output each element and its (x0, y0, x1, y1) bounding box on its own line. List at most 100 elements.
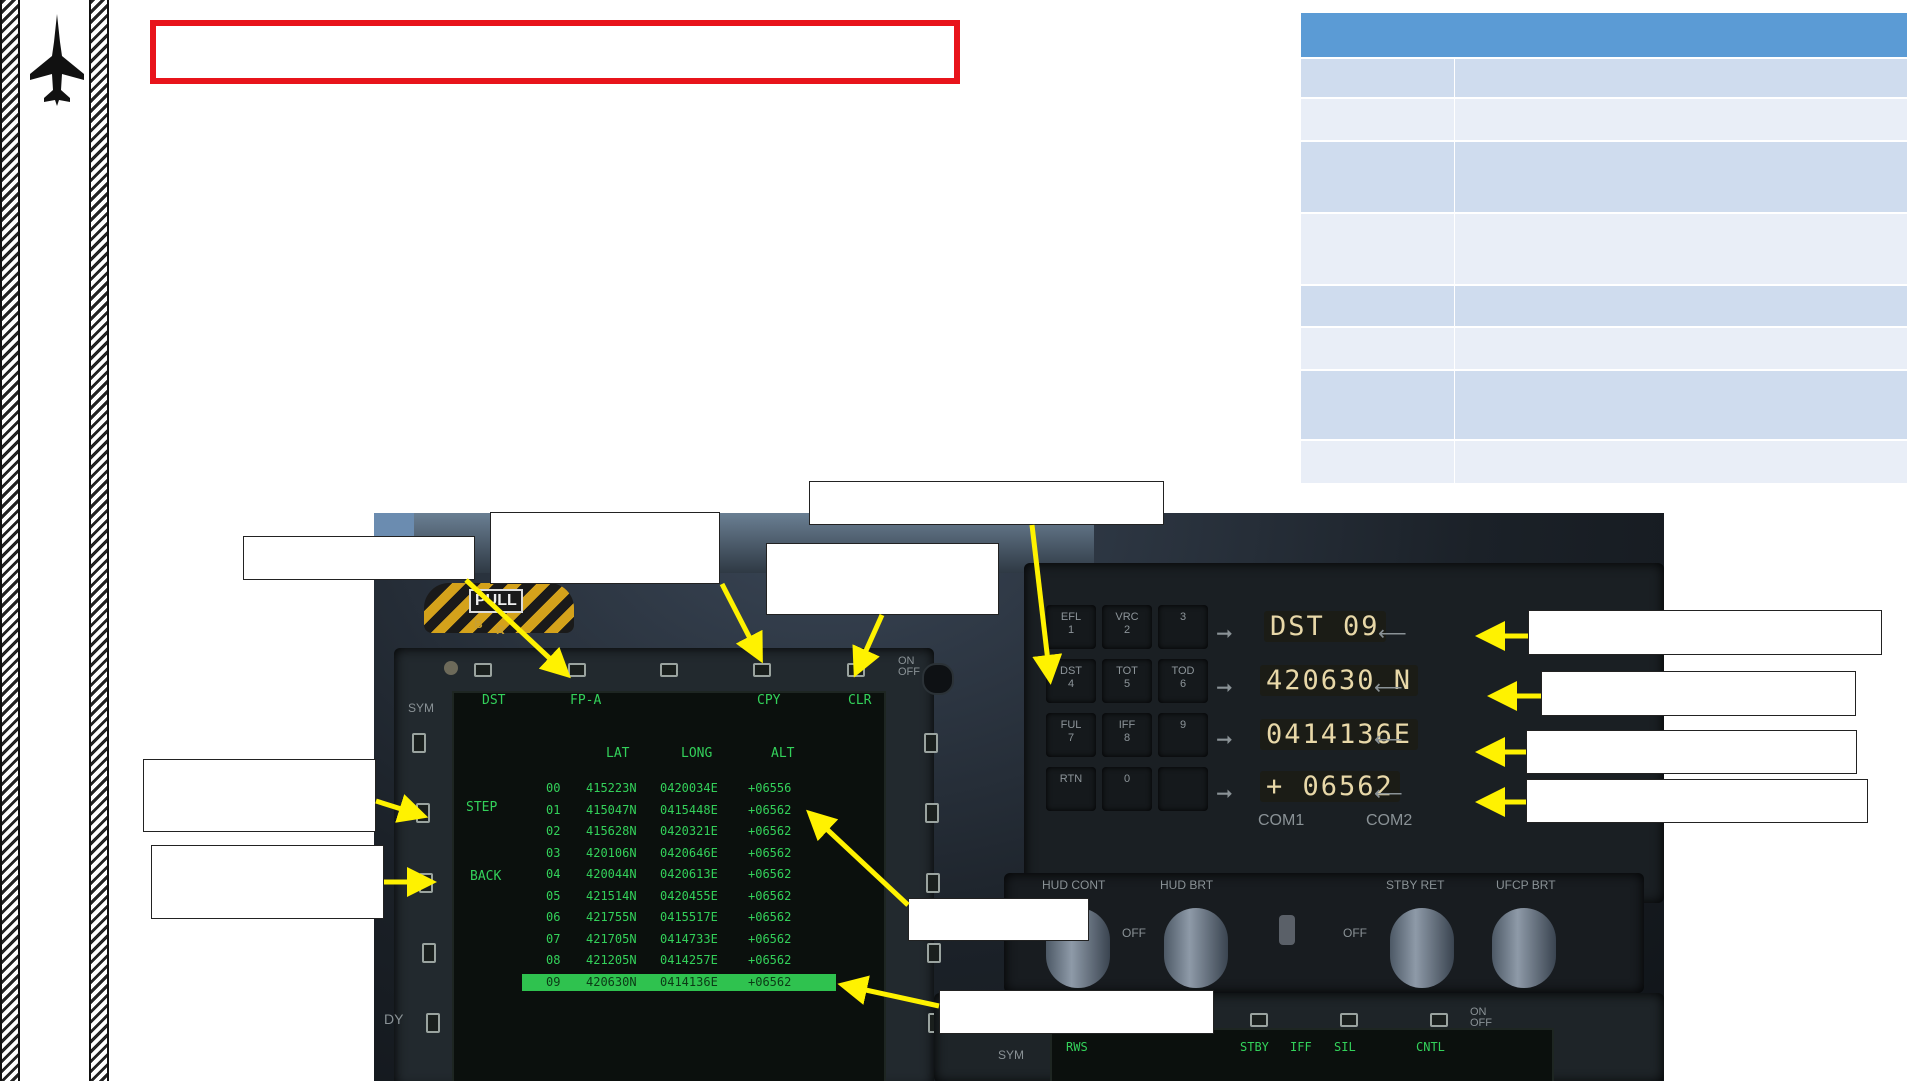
waypoint-lat: 420630N (586, 975, 637, 989)
waypoint-long: 0420034E (660, 781, 718, 795)
right-mfd-osb-1[interactable] (1250, 1013, 1268, 1027)
waypoint-long: 0414136E (660, 975, 718, 989)
mfd-brightness-sensor (444, 661, 458, 675)
ufc-option-display-1: DST 09 (1264, 611, 1386, 642)
waypoint-long: 0415517E (660, 910, 718, 924)
ufc-key-dst[interactable]: DST 4 (1046, 659, 1096, 703)
waypoint-long: 0420321E (660, 824, 718, 838)
mfd-sym-label: SYM (408, 701, 435, 715)
osb-top-1[interactable] (474, 663, 492, 677)
waypoint-lat: 415047N (586, 803, 637, 817)
ufc-key-number: 5 (1123, 678, 1131, 690)
osb-right-1[interactable] (924, 733, 938, 753)
waypoint-n: 00 (546, 781, 561, 795)
ufc-key-number: 0 (1123, 773, 1131, 785)
osb-top-5[interactable] (847, 663, 865, 677)
mfd-on-off-label: ON OFF (898, 655, 920, 678)
table-row (1300, 57, 1908, 98)
waypoint-alt: +06556 (748, 781, 792, 795)
mfd-label-step: STEP (466, 800, 498, 815)
ufc-key-9[interactable]: 9 (1158, 713, 1208, 757)
knob-label-ufcp-brt: UFCP BRT (1496, 878, 1556, 892)
osb-top-4[interactable] (753, 663, 771, 677)
ufc-key-number: 6 (1179, 678, 1187, 690)
knob-label-hud-cont: HUD CONT (1042, 878, 1106, 892)
ufc-key-label: FUL (1060, 719, 1082, 731)
waypoint-n: 01 (546, 803, 561, 817)
ufc-key-number: 8 (1123, 732, 1131, 744)
knob-label-stby-ret: STBY RET (1386, 878, 1445, 892)
fighter-jet-icon (30, 14, 84, 106)
ufc-key-rtn[interactable]: RTN (1046, 767, 1096, 811)
mfd-label-cpy: CPY (757, 693, 781, 708)
osb-top-3[interactable] (660, 663, 678, 677)
table-row (1300, 326, 1908, 370)
right-mfd-osb-3[interactable] (1430, 1013, 1448, 1027)
waypoint-long: 0414257E (660, 953, 718, 967)
left-hatched-border (0, 0, 20, 1081)
callout-box-10 (1541, 671, 1856, 716)
waypoint-lat: 420106N (586, 846, 637, 860)
ufc-left-arrow-4-icon: ⟵ (1374, 783, 1403, 805)
ufc-key-3[interactable]: 3 (1158, 605, 1208, 649)
osb-left-1[interactable] (412, 733, 426, 753)
waypoint-long: 0420646E (660, 846, 718, 860)
ufc-left-arrow-3-icon: ⟵ (1374, 729, 1403, 751)
mfd-power-knob[interactable] (922, 663, 954, 695)
ufc-key-efl[interactable]: EFL 1 (1046, 605, 1096, 649)
waypoint-lat: 415223N (586, 781, 637, 795)
right-mfd-cntl-label: CNTL (1416, 1040, 1445, 1054)
waypoint-n: 04 (546, 867, 561, 881)
mfd-label-clr: CLR (848, 693, 872, 708)
arrow-2-icon: ➞ (1216, 677, 1233, 699)
osb-left-3[interactable] (419, 873, 433, 893)
osb-left-2[interactable] (416, 803, 430, 823)
table-row (1300, 284, 1908, 327)
waypoint-lat: 421205N (586, 953, 637, 967)
ufc-key-tot[interactable]: TOT 5 (1102, 659, 1152, 703)
osb-left-4[interactable] (422, 943, 436, 963)
callout-box-8 (939, 990, 1214, 1034)
ufc-key-label: RTN (1059, 773, 1083, 785)
ufc-key-vrc[interactable]: VRC 2 (1102, 605, 1152, 649)
waypoint-lat: 421705N (586, 932, 637, 946)
ufc-left-arrow-2-icon: ⟵ (1374, 677, 1403, 699)
reference-table (1300, 11, 1908, 483)
ufc-key-blank11[interactable] (1158, 767, 1208, 811)
osb-top-2[interactable] (568, 663, 586, 677)
ufc-key-label: DST (1060, 665, 1082, 677)
right-hatched-border (89, 0, 109, 1081)
hud-brightness-knob[interactable] (1164, 908, 1228, 988)
callout-box-1 (243, 536, 475, 580)
col-header-alt: ALT (771, 746, 795, 761)
toggle-switch[interactable] (1279, 915, 1295, 945)
waypoint-alt: +06562 (748, 932, 792, 946)
ufc-left-arrow-1-icon: ⟵ (1378, 623, 1407, 645)
ufc-key-number: 2 (1123, 624, 1131, 636)
osb-left-5[interactable] (426, 1013, 440, 1033)
osb-right-4[interactable] (927, 943, 941, 963)
right-mfd-screen (1050, 1028, 1554, 1081)
mfd-dy-label: DY (384, 1011, 404, 1027)
com1-label: COM1 (1258, 812, 1305, 829)
ufc-key-label: TOT (1116, 665, 1138, 677)
right-mfd-osb-2[interactable] (1340, 1013, 1358, 1027)
osb-right-2[interactable] (925, 803, 939, 823)
knob-off-label-2: OFF (1343, 926, 1367, 940)
waypoint-alt: +06562 (748, 910, 792, 924)
osb-right-3[interactable] (926, 873, 940, 893)
ufc-key-iff[interactable]: IFF 8 (1102, 713, 1152, 757)
ufc-key-tod[interactable]: TOD 6 (1158, 659, 1208, 703)
waypoint-alt: +06562 (748, 889, 792, 903)
pull-handle-b: B (474, 617, 483, 631)
ufcp-brightness-knob[interactable] (1492, 908, 1556, 988)
stby-reticle-knob[interactable] (1390, 908, 1454, 988)
callout-box-5 (143, 759, 376, 832)
callout-box-7 (908, 898, 1089, 941)
waypoint-alt: +06562 (748, 846, 792, 860)
ufc-key-ful[interactable]: FUL 7 (1046, 713, 1096, 757)
table-header-row (1300, 11, 1908, 58)
ufc-key-0[interactable]: 0 (1102, 767, 1152, 811)
waypoint-n: 08 (546, 953, 561, 967)
com2-label: COM2 (1366, 812, 1413, 829)
